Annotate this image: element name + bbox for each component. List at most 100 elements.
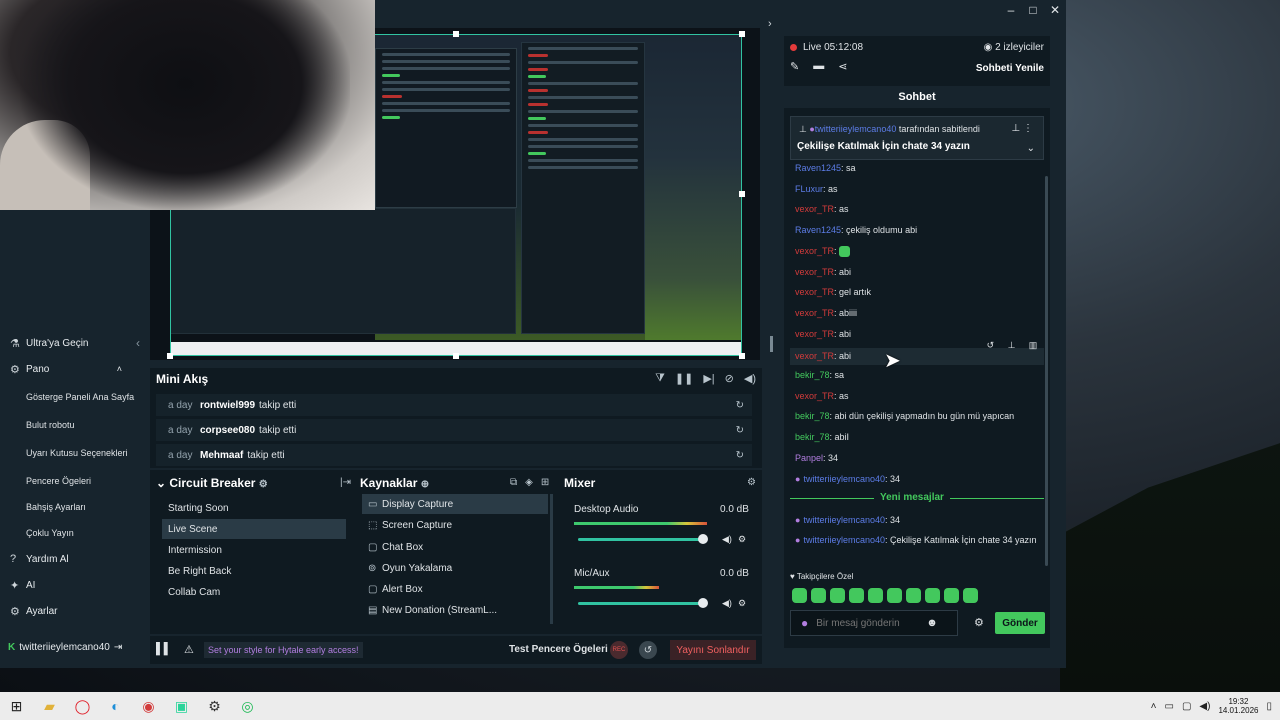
send-button[interactable]: Gönder (995, 612, 1045, 634)
reply-icon[interactable]: ↺ (987, 340, 995, 351)
emote-icon[interactable] (811, 588, 826, 603)
chat-username[interactable]: bekir_78 (795, 432, 830, 442)
source-item[interactable]: ▭ Display Capture (362, 494, 548, 514)
chat-message[interactable]: bekir_78: sa (795, 369, 1043, 382)
nav-sub-widgets[interactable]: Pencere Ögeleri (0, 468, 150, 494)
chat-username[interactable]: vexor_TR (795, 351, 834, 361)
chat-username[interactable]: twitteriieylemcano40 (803, 535, 885, 545)
end-stream-button[interactable]: Yayını Sonlandır (670, 640, 756, 660)
scene-transition-icon[interactable]: |⇥ (340, 477, 351, 488)
emote-icon[interactable] (925, 588, 940, 603)
volume-icon[interactable]: ◀) (744, 372, 756, 385)
resize-handle[interactable] (739, 31, 745, 37)
scene-item[interactable]: Collab Cam (162, 582, 346, 602)
scene-item[interactable]: Intermission (162, 540, 346, 560)
emote-icon[interactable] (963, 588, 978, 603)
scene-item-selected[interactable]: Live Scene (162, 519, 346, 539)
promo-banner[interactable]: Set your style for Hytale early access! (204, 642, 363, 658)
chevron-down-icon[interactable]: ⌄ (1027, 143, 1035, 154)
scene-item[interactable]: Be Right Back (162, 561, 346, 581)
nav-sub-dashboard-home[interactable]: Gösterge Paneli Ana Sayfa (0, 382, 150, 412)
maximize-icon[interactable]: □ (1022, 0, 1044, 20)
resize-handle[interactable] (167, 353, 173, 359)
chat-username[interactable]: Raven1245 (795, 163, 841, 173)
chat-message[interactable]: bekir_78: abi dün çekilişi yapmadın bu g… (795, 410, 1043, 423)
chat-username[interactable]: Raven1245 (795, 225, 841, 235)
emoji-icon[interactable]: ☻ (926, 617, 938, 629)
nav-ai[interactable]: ✦ AI (0, 572, 150, 598)
network-icon[interactable]: ▢ (1182, 701, 1191, 712)
stats-icon[interactable]: ▌▌ (156, 643, 172, 655)
resize-handle[interactable] (739, 353, 745, 359)
chat-message[interactable]: Raven1245: sa (795, 162, 1043, 175)
edit-icon[interactable]: ✎ (790, 60, 799, 73)
add-icon[interactable]: ⊞ (541, 477, 549, 488)
edge-icon[interactable]: ◐ (99, 692, 132, 720)
chat-username[interactable]: bekir_78 (795, 411, 830, 421)
emote-icon[interactable] (944, 588, 959, 603)
chat-username[interactable]: vexor_TR (795, 391, 834, 401)
pause-icon[interactable]: ❚❚ (675, 372, 693, 385)
logout-icon[interactable]: ⇥ (114, 642, 122, 653)
volume-knob[interactable] (698, 598, 708, 608)
nav-ultra[interactable]: ⚗ Ultra'ya Geçin (0, 330, 150, 356)
emote-icon[interactable] (887, 588, 902, 603)
minimize-icon[interactable]: – (1000, 0, 1022, 20)
refresh-chat-button[interactable]: Sohbeti Yenile (976, 63, 1044, 74)
sources-scrollbar[interactable] (550, 494, 553, 624)
nav-sub-cloudbot[interactable]: Bulut robotu (0, 412, 150, 438)
chat-message[interactable]: bekir_78: abiI (795, 431, 1043, 444)
chat-username[interactable]: bekir_78 (795, 370, 830, 380)
resize-handle[interactable] (453, 353, 459, 359)
scene-item[interactable]: Starting Soon (162, 498, 346, 518)
chat-username[interactable]: vexor_TR (795, 246, 834, 256)
source-item[interactable]: ▤ New Donation (StreamL... (362, 600, 548, 620)
chat-message[interactable]: ● twitteriieylemcano40: 34 (795, 514, 1043, 527)
nav-pano[interactable]: ⚙ Pano ˄ (0, 356, 150, 382)
settings-icon[interactable]: ⚙ (198, 692, 231, 720)
resize-handle[interactable] (739, 191, 745, 197)
more-icon[interactable]: ⊥ ⋮ (1012, 123, 1034, 134)
replay-icon[interactable]: ↻ (736, 400, 744, 411)
emote-icon[interactable] (792, 588, 807, 603)
gear-icon[interactable]: ⚙ (738, 598, 746, 609)
chat-username[interactable]: vexor_TR (795, 204, 834, 214)
record-button[interactable]: REC (610, 641, 628, 659)
clock[interactable]: 19:32 14.01.2026 (1218, 697, 1258, 715)
pinned-message[interactable]: ⊥ ●twitteriieylemcano40 tarafından sabit… (790, 116, 1044, 160)
speaker-icon[interactable]: ◀) (722, 534, 732, 545)
chat-message[interactable]: Raven1245: çekiliş oldumu abi (795, 224, 1043, 237)
chat-username[interactable]: FLuxur (795, 184, 823, 194)
emote-icon[interactable] (906, 588, 921, 603)
chat-username[interactable]: Panpel (795, 453, 823, 463)
nav-settings[interactable]: ⚙ Ayarlar (0, 598, 150, 624)
source-item[interactable]: ▢ Alert Box (362, 579, 548, 599)
nav-help[interactable]: ? Yardım Al (0, 546, 150, 572)
close-icon[interactable]: ✕ (1044, 0, 1066, 20)
chat-message[interactable]: vexor_TR: abiiii (795, 307, 1043, 320)
replay-icon[interactable]: ↻ (736, 450, 744, 461)
tray-chevron-icon[interactable]: ˄ (1151, 701, 1157, 712)
replay-buffer-button[interactable]: ↺ (639, 641, 657, 659)
skip-icon[interactable]: ▶| (703, 372, 714, 385)
folder-icon[interactable]: ⧉ (510, 477, 517, 488)
chat-message[interactable]: vexor_TR: abi (795, 266, 1043, 279)
delete-icon[interactable]: ▥ (1029, 340, 1038, 351)
chrome-icon[interactable]: ◉ (132, 692, 165, 720)
mixer-settings-icon[interactable]: ⚙ (747, 477, 756, 488)
pin-icon[interactable]: ⊥ (1008, 340, 1016, 351)
user-account[interactable]: K twitteriieylemcano40 ⇥ (0, 638, 150, 656)
settings-icon[interactable]: ⚙ (259, 479, 268, 490)
chat-username[interactable]: vexor_TR (795, 329, 834, 339)
volume-icon[interactable]: ◀) (1199, 701, 1210, 712)
chat-username[interactable]: vexor_TR (795, 308, 834, 318)
nav-sub-tips[interactable]: Bahşiş Ayarları (0, 494, 150, 520)
chat-username[interactable]: twitteriieylemcano40 (803, 515, 885, 525)
add-source-icon[interactable]: ⊕ (421, 479, 429, 490)
expand-chat-icon[interactable]: › (768, 18, 772, 30)
chat-username[interactable]: twitteriieylemcano40 (803, 474, 885, 484)
emote-icon[interactable] (868, 588, 883, 603)
chat-message[interactable]: vexor_TR: gel artık (795, 286, 1043, 299)
chat-scrollbar[interactable] (1045, 176, 1048, 566)
opera-icon[interactable]: ◯ (66, 692, 99, 720)
